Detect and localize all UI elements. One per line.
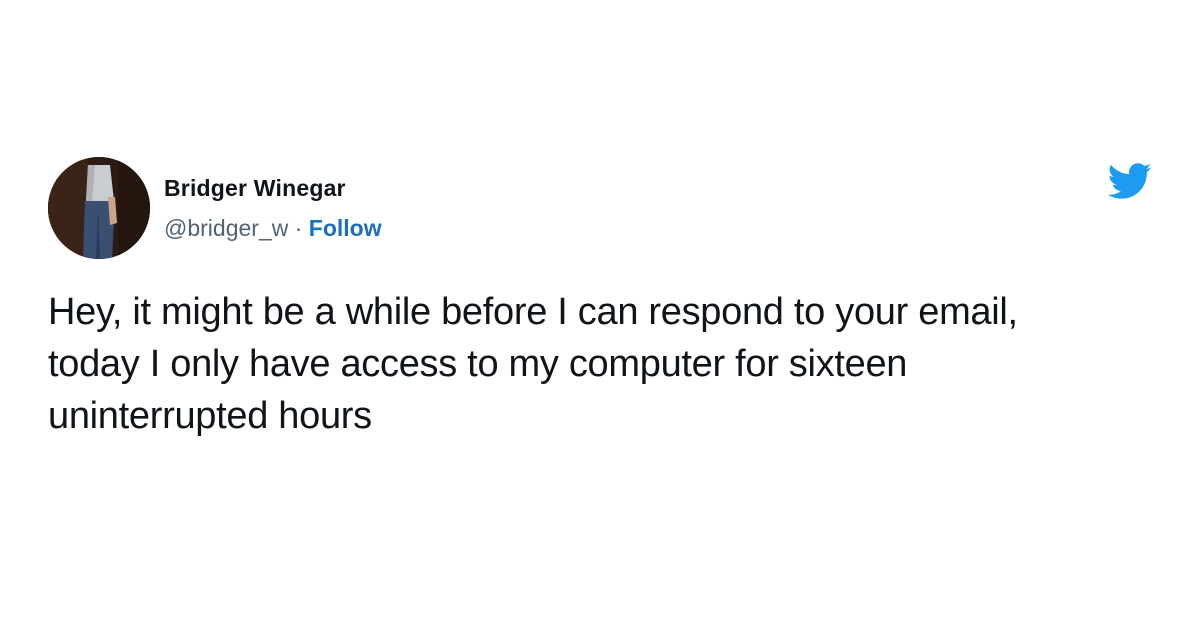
- author-identity: Bridger Winegar @bridger_w · Follow: [164, 173, 382, 243]
- handle-separator: ·: [288, 215, 309, 241]
- tweet-text-line: uninterrupted hours: [48, 395, 372, 437]
- twitter-bird-icon[interactable]: [1103, 158, 1155, 204]
- author-handle[interactable]: @bridger_w: [164, 215, 288, 241]
- tweet-text: Hey, it might be a while before I can re…: [48, 286, 1158, 442]
- author-handle-row: @bridger_w · Follow: [164, 213, 382, 243]
- tweet-header: Bridger Winegar @bridger_w · Follow: [48, 156, 382, 260]
- avatar[interactable]: [48, 157, 150, 259]
- avatar-photo-icon: [48, 157, 150, 259]
- tweet-card: Bridger Winegar @bridger_w · Follow Hey,…: [0, 0, 1200, 630]
- tweet-text-line: today I only have access to my computer …: [48, 343, 908, 385]
- tweet-text-line: Hey, it might be a while before I can re…: [48, 291, 1018, 333]
- author-display-name[interactable]: Bridger Winegar: [164, 173, 382, 203]
- follow-link[interactable]: Follow: [309, 215, 382, 241]
